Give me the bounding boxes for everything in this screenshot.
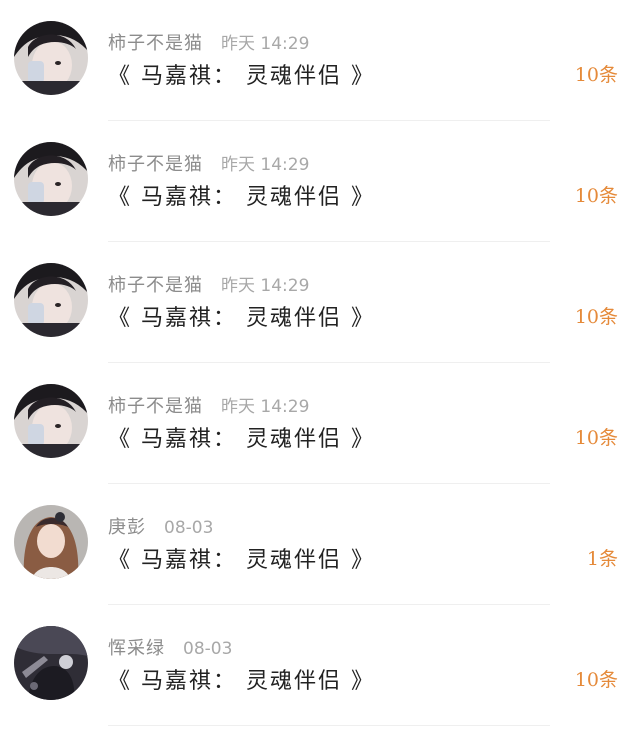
author-name[interactable]: 柿子不是猫 (108, 33, 203, 54)
timestamp: 08-03 (183, 639, 233, 659)
boy-avatar-icon (14, 142, 88, 216)
timestamp: 昨天 14:29 (221, 276, 310, 296)
author-name[interactable]: 恽采绿 (108, 638, 165, 659)
boy-avatar-icon (14, 263, 88, 337)
author-name[interactable]: 柿子不是猫 (108, 396, 203, 417)
dark-scene-avatar-icon (14, 626, 88, 700)
count-badge: 10条 (574, 427, 618, 449)
avatar[interactable] (14, 142, 88, 216)
count-badge: 10条 (574, 306, 618, 328)
author-name[interactable]: 庚彭 (108, 517, 146, 538)
item-title[interactable]: 《 马嘉祺： 灵魂伴侣 》 (108, 58, 375, 90)
avatar[interactable] (14, 263, 88, 337)
item-title[interactable]: 《 马嘉祺： 灵魂伴侣 》 (108, 663, 375, 695)
list-item[interactable]: 庚彭 08-03 《 马嘉祺： 灵魂伴侣 》 1条 (0, 484, 640, 605)
item-meta: 庚彭 08-03 (108, 513, 213, 539)
list-item[interactable]: 柿子不是猫 昨天 14:29 《 马嘉祺： 灵魂伴侣 》 10条 (0, 242, 640, 363)
list-item[interactable]: 柿子不是猫 昨天 14:29 《 马嘉祺： 灵魂伴侣 》 10条 (0, 363, 640, 484)
item-title[interactable]: 《 马嘉祺： 灵魂伴侣 》 (108, 421, 375, 453)
author-name[interactable]: 柿子不是猫 (108, 275, 203, 296)
timestamp: 昨天 14:29 (221, 155, 310, 175)
count-badge: 1条 (586, 548, 618, 570)
divider (108, 725, 550, 726)
item-meta: 恽采绿 08-03 (108, 634, 232, 660)
item-title[interactable]: 《 马嘉祺： 灵魂伴侣 》 (108, 179, 375, 211)
avatar[interactable] (14, 384, 88, 458)
item-meta: 柿子不是猫 昨天 14:29 (108, 150, 309, 176)
list-item[interactable]: 恽采绿 08-03 《 马嘉祺： 灵魂伴侣 》 10条 (0, 605, 640, 726)
girl-avatar-icon (14, 505, 88, 579)
item-title[interactable]: 《 马嘉祺： 灵魂伴侣 》 (108, 542, 375, 574)
item-meta: 柿子不是猫 昨天 14:29 (108, 29, 309, 55)
avatar[interactable] (14, 21, 88, 95)
list-item[interactable]: 柿子不是猫 昨天 14:29 《 马嘉祺： 灵魂伴侣 》 10条 (0, 0, 640, 121)
item-meta: 柿子不是猫 昨天 14:29 (108, 392, 309, 418)
boy-avatar-icon (14, 384, 88, 458)
list-item[interactable]: 柿子不是猫 昨天 14:29 《 马嘉祺： 灵魂伴侣 》 10条 (0, 121, 640, 242)
comment-list: 柿子不是猫 昨天 14:29 《 马嘉祺： 灵魂伴侣 》 10条 柿子不是猫 昨天 … (0, 0, 640, 726)
timestamp: 昨天 14:29 (221, 397, 310, 417)
count-badge: 10条 (574, 64, 618, 86)
item-meta: 柿子不是猫 昨天 14:29 (108, 271, 309, 297)
avatar[interactable] (14, 626, 88, 700)
timestamp: 08-03 (164, 518, 214, 538)
boy-avatar-icon (14, 21, 88, 95)
count-badge: 10条 (574, 669, 618, 691)
timestamp: 昨天 14:29 (221, 34, 310, 54)
item-title[interactable]: 《 马嘉祺： 灵魂伴侣 》 (108, 300, 375, 332)
author-name[interactable]: 柿子不是猫 (108, 154, 203, 175)
count-badge: 10条 (574, 185, 618, 207)
avatar[interactable] (14, 505, 88, 579)
